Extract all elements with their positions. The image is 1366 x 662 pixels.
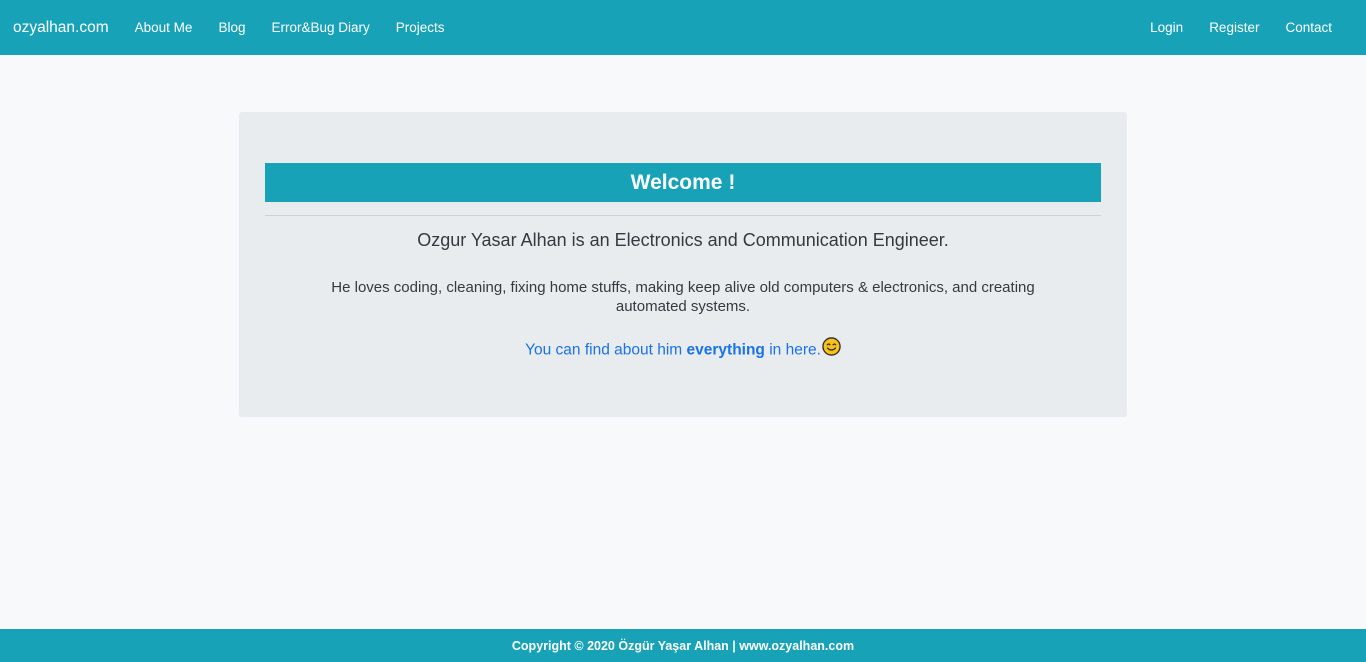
nav-link-error-bug-diary[interactable]: Error&Bug Diary	[258, 20, 382, 35]
find-bold-text: everything	[686, 341, 765, 359]
nav-link-blog[interactable]: Blog	[205, 20, 258, 35]
nav-right-group: Login Register Contact	[1137, 20, 1345, 35]
nav-link-login[interactable]: Login	[1137, 20, 1196, 35]
nav-link-projects[interactable]: Projects	[383, 20, 458, 35]
welcome-title: Welcome !	[630, 170, 736, 194]
divider	[265, 215, 1101, 216]
top-navbar: ozyalhan.com About Me Blog Error&Bug Dia…	[0, 0, 1366, 55]
nav-link-about-me[interactable]: About Me	[122, 20, 206, 35]
page-footer: Copyright © 2020 Özgür Yaşar Alhan | www…	[0, 629, 1366, 662]
nav-link-register[interactable]: Register	[1196, 20, 1272, 35]
nav-link-contact[interactable]: Contact	[1272, 20, 1345, 35]
lead-text: Ozgur Yasar Alhan is an Electronics and …	[417, 230, 949, 250]
brand-link[interactable]: ozyalhan.com	[13, 19, 109, 37]
find-prefix-text: You can find about him	[525, 341, 683, 359]
find-more-link[interactable]: You can find about him everything in her…	[265, 337, 1101, 361]
description-text: He loves coding, cleaning, fixing home s…	[331, 279, 1035, 315]
welcome-jumbotron: Welcome ! Ozgur Yasar Alhan is an Electr…	[239, 112, 1127, 417]
smiling-face-icon	[822, 337, 841, 361]
find-suffix-text: in here.	[769, 341, 821, 359]
copyright-text: Copyright © 2020 Özgür Yaşar Alhan | www…	[511, 638, 855, 653]
nav-left-group: About Me Blog Error&Bug Diary Projects	[122, 20, 458, 35]
welcome-banner: Welcome !	[265, 163, 1101, 202]
